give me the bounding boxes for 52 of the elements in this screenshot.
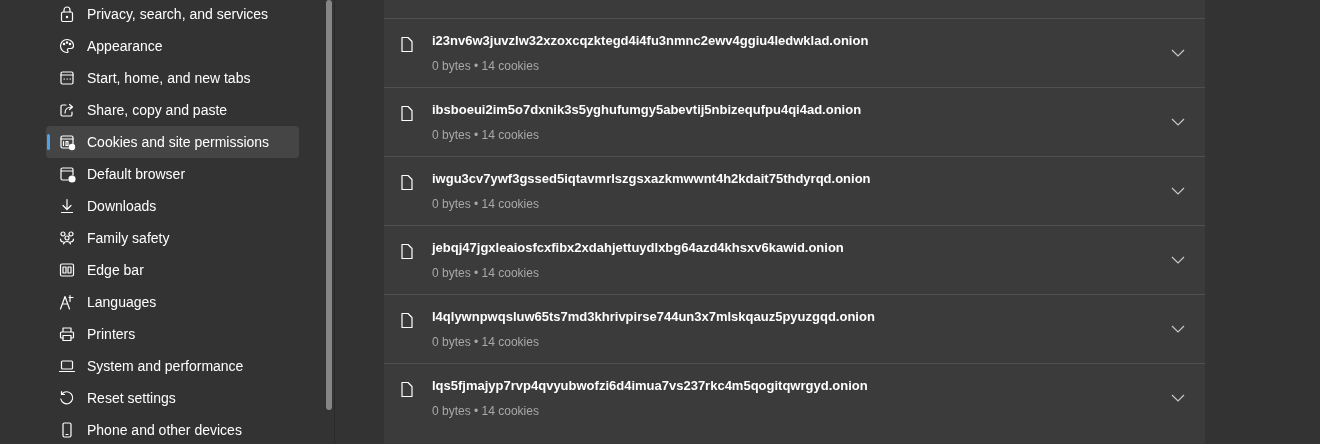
sidebar-item[interactable]: Languages [46, 286, 299, 318]
sidebar-item[interactable]: System and performance [46, 350, 299, 382]
expand-chevron-icon[interactable] [1171, 256, 1185, 264]
site-details: 0 bytes • 14 cookies [432, 195, 540, 213]
sidebar-item[interactable]: Share, copy and paste [46, 94, 299, 126]
share-icon [58, 101, 76, 119]
sidebar-item[interactable]: Printers [46, 318, 299, 350]
sidebar-item[interactable]: Privacy, search, and services [46, 0, 299, 30]
document-icon [400, 312, 414, 329]
sidebar-item[interactable]: Downloads [46, 190, 299, 222]
document-icon [400, 243, 414, 260]
sidebar-item[interactable]: Reset settings [46, 382, 299, 414]
site-name: lqs5fjmajyp7rvp4qvyubwofzi6d4imua7vs237rkc4m5qogitqwrgyd.onion [432, 377, 868, 396]
expand-chevron-icon[interactable] [1171, 187, 1185, 195]
site-name: l4qlywnpwqsluw65ts7md3khrivpirse744un3x7mlskqauz5pyuzgqd.onion [432, 308, 875, 327]
document-icon [400, 174, 414, 191]
site-details: 0 bytes • 14 cookies [432, 264, 540, 282]
document-icon [400, 381, 414, 398]
language-icon [58, 293, 76, 311]
scrollbar-thumb[interactable] [326, 0, 332, 410]
reset-icon [58, 389, 76, 407]
family-icon [58, 229, 76, 247]
sidebar-item[interactable]: Phone and other devices [46, 414, 299, 444]
browser-check-icon [58, 165, 76, 183]
site-details: 0 bytes • 14 cookies [432, 57, 540, 75]
tab-page-icon [58, 69, 76, 87]
site-name: ibsboeui2im5o7dxnik3s5yghufumgy5abevtij5nbizequfpu4qi4ad.onion [432, 101, 862, 120]
site-name: iwgu3cv7ywf3gssed5iqtavmrlszgsxazkmwwnt4h2kdait75thdyrqd.onion [432, 170, 871, 189]
expand-chevron-icon[interactable] [1171, 49, 1185, 57]
expand-chevron-icon[interactable] [1171, 118, 1185, 126]
expand-chevron-icon[interactable] [1171, 394, 1185, 402]
document-icon [400, 36, 414, 53]
sidebar-item[interactable]: Start, home, and new tabs [46, 62, 299, 94]
document-icon [400, 105, 414, 122]
sidebar-item[interactable]: Edge bar [46, 254, 299, 286]
site-name: i23nv6w3juvzlw32xzoxcqzktegd4i4fu3nmnc2ewv4ggiu4ledwklad.onion [432, 32, 869, 51]
cookie-settings-icon [58, 133, 76, 151]
site-name: jebqj47jgxleaiosfcxfibx2xdahjettuydlxbg64azd4khsxv6kawid.onion [432, 239, 844, 258]
site-details: 0 bytes • 14 cookies [432, 333, 540, 351]
expand-chevron-icon[interactable] [1171, 325, 1185, 333]
sidebar-panel-icon [58, 261, 76, 279]
lock-icon [58, 5, 76, 23]
site-details: 0 bytes • 14 cookies [432, 126, 540, 144]
download-icon [58, 197, 76, 215]
palette-icon [58, 37, 76, 55]
printer-icon [58, 325, 76, 343]
laptop-icon [58, 357, 76, 375]
sidebar-item[interactable]: Appearance [46, 30, 299, 62]
sidebar-item[interactable]: Cookies and site permissions [46, 126, 299, 158]
sidebar-item[interactable]: Family safety [46, 222, 299, 254]
sidebar-item[interactable]: Default browser [46, 158, 299, 190]
site-details: 0 bytes • 14 cookies [432, 402, 540, 420]
